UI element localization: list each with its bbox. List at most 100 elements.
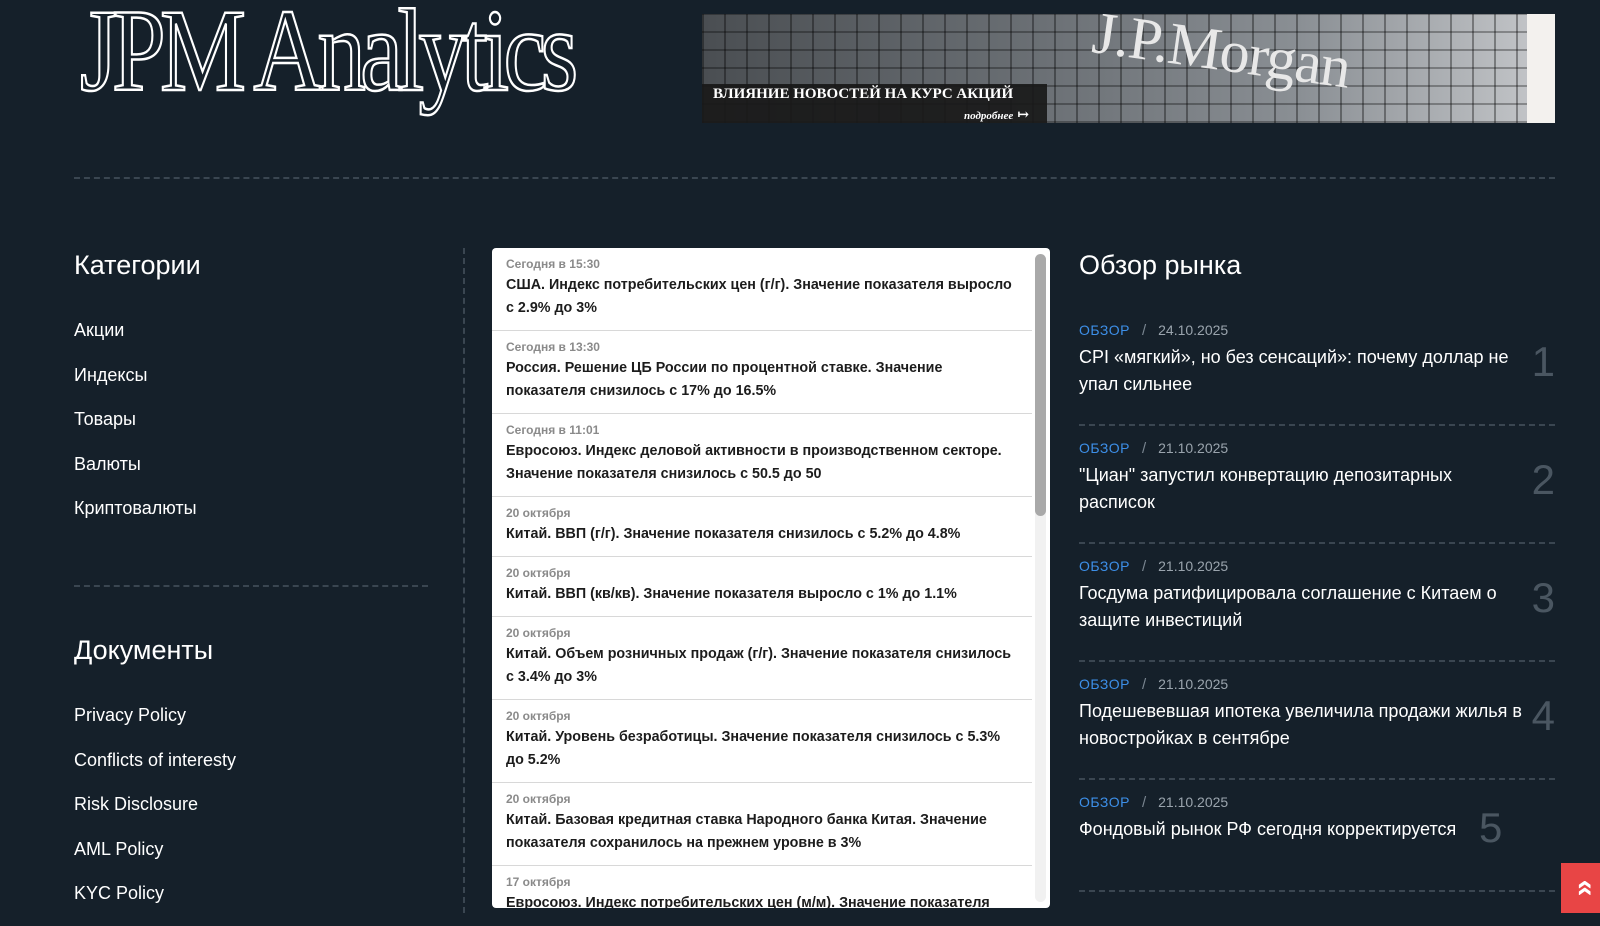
categories-list: Акции Индексы Товары Валюты Криптовалюты xyxy=(74,318,197,541)
market-date: 24.10.2025 xyxy=(1158,322,1229,338)
category-link[interactable]: Валюты xyxy=(74,452,197,497)
news-item[interactable]: Сегодня в 11:01 Евросоюз. Индекс деловой … xyxy=(492,414,1032,497)
news-item[interactable]: 20 октября Китай. Уровень безработицы. Зн… xyxy=(492,700,1032,783)
news-item[interactable]: Сегодня в 13:30 Россия. Решение ЦБ России… xyxy=(492,331,1032,414)
arrow-right-icon: ↦ xyxy=(1017,108,1030,123)
news-item[interactable]: 20 октября Китай. Базовая кредитная ставк… xyxy=(492,783,1032,866)
news-text: Россия. Решение ЦБ России по процентной … xyxy=(506,360,943,399)
news-time: Сегодня в 13:30 xyxy=(506,340,600,354)
category-item-indices: Индексы xyxy=(74,363,197,408)
news-time: 20 октября xyxy=(506,626,571,640)
market-item: Обзор / 21.10.2025 Фондовый рынок РФ сегод… xyxy=(1079,780,1555,898)
market-meta: Обзор / 24.10.2025 xyxy=(1079,322,1555,339)
market-rank-number: 2 xyxy=(1531,456,1555,503)
sidebar-divider xyxy=(74,585,428,587)
news-item[interactable]: Сегодня в 15:30 США. Индекс потребительск… xyxy=(492,248,1032,331)
news-text: Китай. Уровень безработицы. Значение пок… xyxy=(506,729,1001,768)
document-item: Conflicts of interesty xyxy=(74,748,236,793)
market-date: 21.10.2025 xyxy=(1158,676,1229,692)
news-item[interactable]: 20 октября Китай. ВВП (кв/кв). Значение п… xyxy=(492,557,1032,617)
meta-separator: / xyxy=(1141,558,1147,575)
news-item[interactable]: 20 октября Китай. Объем розничных продаж … xyxy=(492,617,1032,700)
market-tag-link[interactable]: Обзор xyxy=(1079,440,1130,456)
market-item: Обзор / 24.10.2025 CPI «мягкий», но без се… xyxy=(1079,308,1555,426)
market-item: Обзор / 21.10.2025 Подешевевшая ипотека ув… xyxy=(1079,662,1555,780)
category-link[interactable]: Криптовалюты xyxy=(74,496,197,541)
market-item: Обзор / 21.10.2025 Госдума ратифицировала … xyxy=(1079,544,1555,662)
category-item-stocks: Акции xyxy=(74,318,197,363)
banner-more-link[interactable]: подробнее ↦ xyxy=(964,107,1029,123)
document-link-aml[interactable]: AML Policy xyxy=(74,837,236,882)
scroll-to-top-button[interactable]: » xyxy=(1561,863,1600,913)
market-article-link[interactable]: CPI «мягкий», но без сенсаций»: почему д… xyxy=(1079,344,1529,398)
meta-separator: / xyxy=(1141,322,1147,339)
document-item: Privacy Policy xyxy=(74,703,236,748)
category-item-commodities: Товары xyxy=(74,407,197,452)
meta-separator: / xyxy=(1141,440,1147,457)
meta-separator: / xyxy=(1141,676,1147,693)
news-text: Евросоюз. Индекс деловой активности в пр… xyxy=(506,443,1002,482)
news-time: Сегодня в 11:01 xyxy=(506,423,600,437)
news-feed[interactable]: Сегодня в 15:30 США. Индекс потребительск… xyxy=(492,248,1050,908)
document-link-conflicts[interactable]: Conflicts of interesty xyxy=(74,748,236,793)
news-time: 20 октября xyxy=(506,506,571,520)
category-item-crypto: Криптовалюты xyxy=(74,496,197,541)
documents-title: Документы xyxy=(74,635,214,665)
news-time: 20 октября xyxy=(506,709,571,723)
news-item[interactable]: 20 октября Китай. ВВП (г/г). Значение пок… xyxy=(492,497,1032,557)
market-overview-list: Обзор / 24.10.2025 CPI «мягкий», но без се… xyxy=(1079,308,1555,898)
market-article-link[interactable]: Госдума ратифицировала соглашение с Кита… xyxy=(1079,580,1529,634)
document-item: AML Policy xyxy=(74,837,236,882)
double-chevron-up-icon: » xyxy=(1566,879,1599,897)
category-link[interactable]: Товары xyxy=(74,407,197,452)
news-text: Китай. Базовая кредитная ставка Народног… xyxy=(506,812,987,851)
news-time: 20 октября xyxy=(506,792,571,806)
categories-title: Категории xyxy=(74,250,201,280)
market-overview-title: Обзор рынка xyxy=(1079,250,1242,280)
document-item: Risk Disclosure xyxy=(74,792,236,837)
market-meta: Обзор / 21.10.2025 xyxy=(1079,676,1555,693)
news-feed-list: Сегодня в 15:30 США. Индекс потребительск… xyxy=(492,248,1032,908)
banner-more-label: подробнее xyxy=(964,110,1014,122)
news-text: США. Индекс потребительских цен (г/г). З… xyxy=(506,277,1012,316)
category-link[interactable]: Акции xyxy=(74,318,197,363)
meta-separator: / xyxy=(1141,794,1147,811)
market-rank-number: 4 xyxy=(1531,692,1555,739)
market-rank-number: 5 xyxy=(1479,804,1503,851)
document-link-privacy[interactable]: Privacy Policy xyxy=(74,703,236,748)
news-item[interactable]: 17 октября Евросоюз. Индекс потребительск… xyxy=(492,866,1032,908)
market-tag-link[interactable]: Обзор xyxy=(1079,676,1130,692)
site-logo[interactable]: JPM Analytics xyxy=(79,0,579,111)
document-link-kyc[interactable]: KYC Policy xyxy=(74,881,236,926)
market-bottom-divider xyxy=(1079,890,1555,892)
news-text: Евросоюз. Индекс потребительских цен (м/… xyxy=(506,895,990,908)
market-date: 21.10.2025 xyxy=(1158,440,1229,456)
column-divider xyxy=(463,248,465,913)
documents-list: Privacy Policy Conflicts of interesty Ri… xyxy=(74,703,236,926)
news-text: Китай. ВВП (г/г). Значение показателя сн… xyxy=(506,526,961,542)
news-time: 20 октября xyxy=(506,566,571,580)
news-time: Сегодня в 15:30 xyxy=(506,257,600,271)
document-item: KYC Policy xyxy=(74,881,236,926)
market-rank-number: 1 xyxy=(1531,338,1555,385)
market-article-link[interactable]: Подешевевшая ипотека увеличила продажи ж… xyxy=(1079,698,1529,752)
market-tag-link[interactable]: Обзор xyxy=(1079,322,1130,338)
feed-scrollbar-thumb[interactable] xyxy=(1035,254,1046,516)
banner-title: ВЛИЯНИЕ НОВОСТЕЙ НА КУРС АКЦИЙ xyxy=(713,86,1014,102)
market-article-link[interactable]: "Циан" запустил конвертацию депозитарных… xyxy=(1079,462,1529,516)
header-divider xyxy=(74,177,1555,179)
market-article-link[interactable]: Фондовый рынок РФ сегодня корректируется xyxy=(1079,816,1529,843)
document-link-risk[interactable]: Risk Disclosure xyxy=(74,792,236,837)
category-item-currencies: Валюты xyxy=(74,452,197,497)
market-rank-number: 3 xyxy=(1531,574,1555,621)
market-tag-link[interactable]: Обзор xyxy=(1079,794,1130,810)
market-tag-link[interactable]: Обзор xyxy=(1079,558,1130,574)
news-text: Китай. Объем розничных продаж (г/г). Зна… xyxy=(506,646,1012,685)
news-time: 17 октября xyxy=(506,875,571,889)
category-link[interactable]: Индексы xyxy=(74,363,197,408)
market-item: Обзор / 21.10.2025 "Циан" запустил конверт… xyxy=(1079,426,1555,544)
promo-banner[interactable]: J.P.Morgan ВЛИЯНИЕ НОВОСТЕЙ НА КУРС АКЦИ… xyxy=(702,14,1555,123)
banner-edge xyxy=(1527,14,1555,123)
market-date: 21.10.2025 xyxy=(1158,794,1229,810)
news-text: Китай. ВВП (кв/кв). Значение показателя … xyxy=(506,586,957,602)
